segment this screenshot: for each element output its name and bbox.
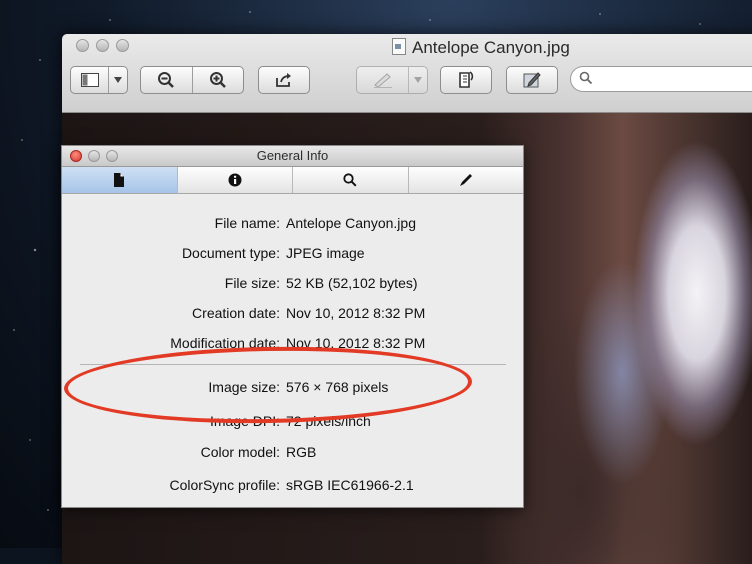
- info-value: JPEG image: [286, 245, 365, 261]
- info-value: Antelope Canyon.jpg: [286, 215, 416, 231]
- info-row-file-size: File size: 52 KB (52,102 bytes): [62, 273, 523, 295]
- info-row-file-name: File name: Antelope Canyon.jpg: [62, 213, 523, 235]
- info-label: Creation date:: [192, 305, 280, 321]
- zoom-in-icon: [209, 72, 226, 88]
- window-title-text: Antelope Canyon.jpg: [412, 38, 570, 57]
- window-titlebar: Antelope Canyon.jpg: [62, 34, 752, 113]
- close-button[interactable]: [76, 39, 89, 52]
- chevron-down-icon: [409, 67, 427, 93]
- info-value: 52 KB (52,102 bytes): [286, 275, 418, 291]
- tab-annotations[interactable]: [409, 167, 524, 193]
- info-row-colorsync-profile: ColorSync profile: sRGB IEC61966-2.1: [62, 475, 523, 497]
- share-icon: [276, 73, 291, 87]
- divider: [80, 364, 506, 365]
- info-value: Nov 10, 2012 8:32 PM: [286, 335, 426, 351]
- zoom-out-button[interactable]: [141, 67, 192, 93]
- info-label: File size:: [224, 275, 280, 291]
- search-icon: [343, 173, 357, 187]
- info-row-document-type: Document type: JPEG image: [62, 243, 523, 265]
- sidebar-icon: [71, 67, 108, 93]
- info-value: sRGB IEC61966-2.1: [286, 477, 414, 493]
- inspector-title: General Info: [256, 148, 329, 163]
- document-icon: [114, 173, 125, 187]
- info-row-image-size: Image size: 576 × 768 pixels: [62, 377, 523, 399]
- info-label: Modification date:: [170, 335, 280, 351]
- inspector-tabs: [62, 167, 523, 194]
- rotate-button[interactable]: [440, 66, 492, 94]
- general-info-inspector: General Info File name: Antelope Canyon.…: [61, 145, 524, 508]
- info-row-color-model: Color model: RGB: [62, 442, 523, 464]
- window-title: Antelope Canyon.jpg: [392, 38, 570, 58]
- sidebar-view-button[interactable]: [70, 66, 128, 94]
- info-label: Color model:: [200, 444, 280, 460]
- pen-icon: [459, 174, 472, 186]
- info-row-modification-date: Modification date: Nov 10, 2012 8:32 PM: [62, 333, 523, 355]
- pen-icon: [357, 67, 408, 93]
- info-value: 576 × 768 pixels: [286, 379, 389, 395]
- info-label: Document type:: [181, 245, 280, 261]
- share-button[interactable]: [258, 66, 310, 94]
- jpeg-document-icon: [392, 38, 406, 55]
- info-label: Image DPI:: [209, 413, 280, 429]
- info-row-image-dpi: Image DPI: 72 pixels/inch: [62, 411, 523, 433]
- tab-more-info[interactable]: [178, 167, 293, 193]
- search-icon: [579, 71, 593, 88]
- inspector-titlebar: General Info: [62, 146, 523, 167]
- info-label: ColorSync profile:: [169, 477, 281, 493]
- minimize-button[interactable]: [96, 39, 109, 52]
- zoom-out-icon: [158, 72, 175, 88]
- zoom-button[interactable]: [116, 39, 129, 52]
- tab-general-info[interactable]: [62, 167, 178, 193]
- info-value: Nov 10, 2012 8:32 PM: [286, 305, 426, 321]
- zoom-control: [140, 66, 244, 94]
- chevron-down-icon: [109, 67, 127, 93]
- info-value: 72 pixels/inch: [286, 413, 371, 429]
- annotate-button[interactable]: [356, 66, 428, 94]
- rotate-icon: [459, 71, 474, 88]
- info-row-creation-date: Creation date: Nov 10, 2012 8:32 PM: [62, 303, 523, 325]
- info-icon: [228, 173, 242, 187]
- info-label: Image size:: [208, 379, 280, 395]
- tab-keywords[interactable]: [293, 167, 409, 193]
- info-label: File name:: [214, 215, 280, 231]
- info-value: RGB: [286, 444, 317, 460]
- edit-button[interactable]: [506, 66, 558, 94]
- zoom-in-button[interactable]: [193, 67, 244, 93]
- edit-icon: [523, 72, 541, 88]
- search-input[interactable]: [570, 66, 752, 92]
